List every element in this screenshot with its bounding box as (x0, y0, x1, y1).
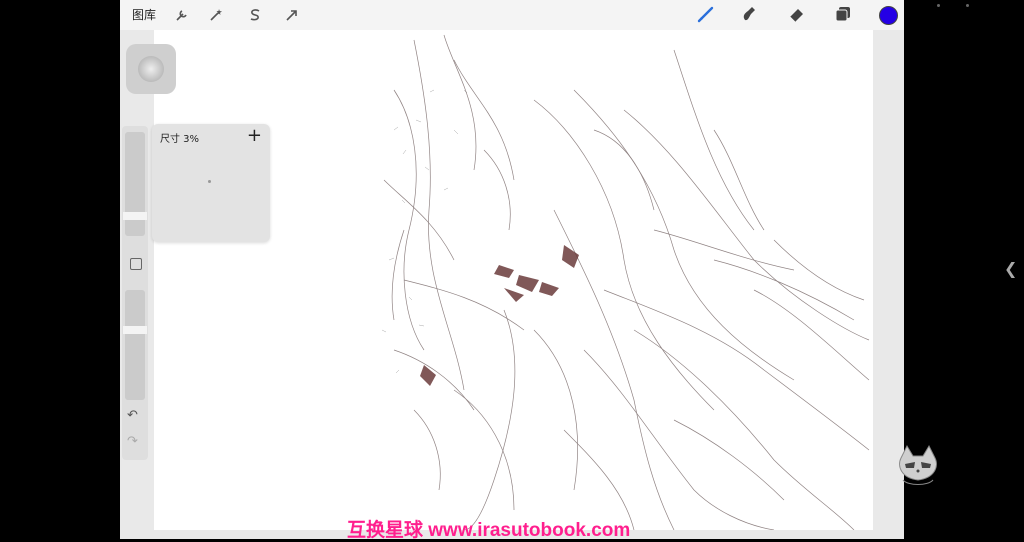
procreate-screen: 图库 ↶ ↷ 尺寸 3% + (120, 0, 904, 539)
brush-preview-dot (208, 180, 211, 183)
opacity-handle[interactable] (123, 326, 147, 334)
color-swatch[interactable] (879, 6, 898, 25)
brush-size-slider[interactable] (125, 132, 145, 236)
smudge-icon[interactable] (739, 4, 759, 24)
brush-size-label: 尺寸 3% (160, 134, 200, 145)
line-art-illustration (381, 34, 870, 530)
add-preset-button[interactable]: + (247, 125, 262, 146)
redo-button[interactable]: ↷ (127, 434, 138, 449)
drawing-canvas[interactable] (154, 30, 873, 530)
status-dot (966, 4, 969, 7)
left-sidebar: ↶ ↷ (122, 126, 148, 460)
transform-arrow-icon[interactable] (282, 5, 302, 25)
selection-icon[interactable] (245, 5, 265, 25)
status-dot (937, 4, 940, 7)
opacity-slider[interactable] (125, 290, 145, 400)
color-puck (138, 56, 164, 82)
brush-icon[interactable] (696, 4, 716, 24)
top-toolbar: 图库 (120, 0, 904, 30)
chevron-left-icon[interactable]: ❮ (1004, 259, 1017, 278)
watermark-text: 互换星球 www.irasutobook.com (347, 520, 631, 541)
color-puck-button[interactable] (126, 44, 176, 94)
gallery-button[interactable]: 图库 (132, 6, 156, 23)
mascot-logo (899, 444, 937, 485)
brush-size-handle[interactable] (123, 212, 147, 220)
modify-button[interactable] (130, 258, 142, 270)
layers-icon[interactable] (833, 4, 853, 24)
eraser-icon[interactable] (787, 4, 807, 24)
undo-button[interactable]: ↶ (127, 408, 138, 423)
wrench-icon[interactable] (172, 5, 192, 25)
brush-size-popup: 尺寸 3% + (152, 124, 270, 242)
magic-wand-icon[interactable] (206, 5, 226, 25)
